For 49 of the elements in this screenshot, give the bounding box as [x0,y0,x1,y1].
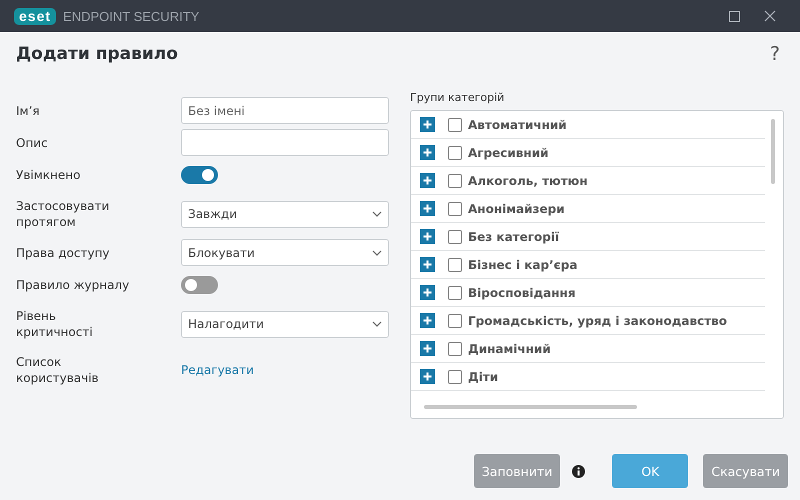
dropdown[interactable]: Завжди [181,200,389,228]
checkbox[interactable] [448,230,462,244]
window-title: ENDPOINT SECURITY [63,8,200,24]
category-name: Анонімайзери [468,202,565,216]
horizontal-scrollbar[interactable] [424,405,637,409]
field-label: Рівень критичності [16,308,94,340]
edit-link[interactable]: Редагувати [181,363,254,377]
category-name: Громадськість, уряд і законодавство [468,314,727,328]
toggle-switch[interactable] [181,166,218,184]
checkbox[interactable] [448,370,462,384]
maximize-icon[interactable] [729,10,740,22]
category-name: Діти [468,370,498,384]
text-field[interactable]: Без імені [181,97,389,124]
field-label: Увімкнено [16,166,82,182]
close-icon[interactable] [764,10,776,22]
category-name: Автоматичний [468,118,567,132]
checkbox[interactable] [448,286,462,300]
chevron-down-icon [372,211,382,217]
category-name: Агресивний [468,146,549,160]
checkbox[interactable] [448,202,462,216]
field-label: Опис [16,134,49,150]
logo: eset [14,8,56,24]
checkbox[interactable] [448,342,462,356]
category-name: Без категорії [468,230,560,244]
checkbox[interactable] [448,314,462,328]
help-icon[interactable]: ? [770,43,780,65]
dropdown[interactable]: Налагодити [181,310,389,338]
checkbox[interactable] [448,118,462,132]
field-label: Список користувачів [16,354,100,386]
checkbox[interactable] [448,146,462,160]
toggle-switch[interactable] [181,276,218,294]
chevron-down-icon [372,321,382,327]
category-name: Бізнес і кар’єра [468,258,578,272]
chevron-down-icon [372,250,382,256]
categories-label: Групи категорій [410,91,506,106]
category-name: Віросповідання [468,286,576,300]
dropdown[interactable]: Блокувати [181,239,389,266]
vertical-scrollbar[interactable] [771,119,775,184]
category-name: Алкоголь, тютюн [468,174,588,188]
checkbox[interactable] [448,258,462,272]
text-field[interactable] [181,129,389,156]
field-label: Застосовувати протягом [16,198,110,230]
field-label: Ім’я [16,102,41,118]
info-icon[interactable] [572,464,586,478]
category-name: Динамічний [468,342,551,356]
dialog-title: Додати правило [16,44,178,64]
field-label: Правило журналу [16,276,130,292]
field-label: Права доступу [16,244,111,260]
checkbox[interactable] [448,174,462,188]
